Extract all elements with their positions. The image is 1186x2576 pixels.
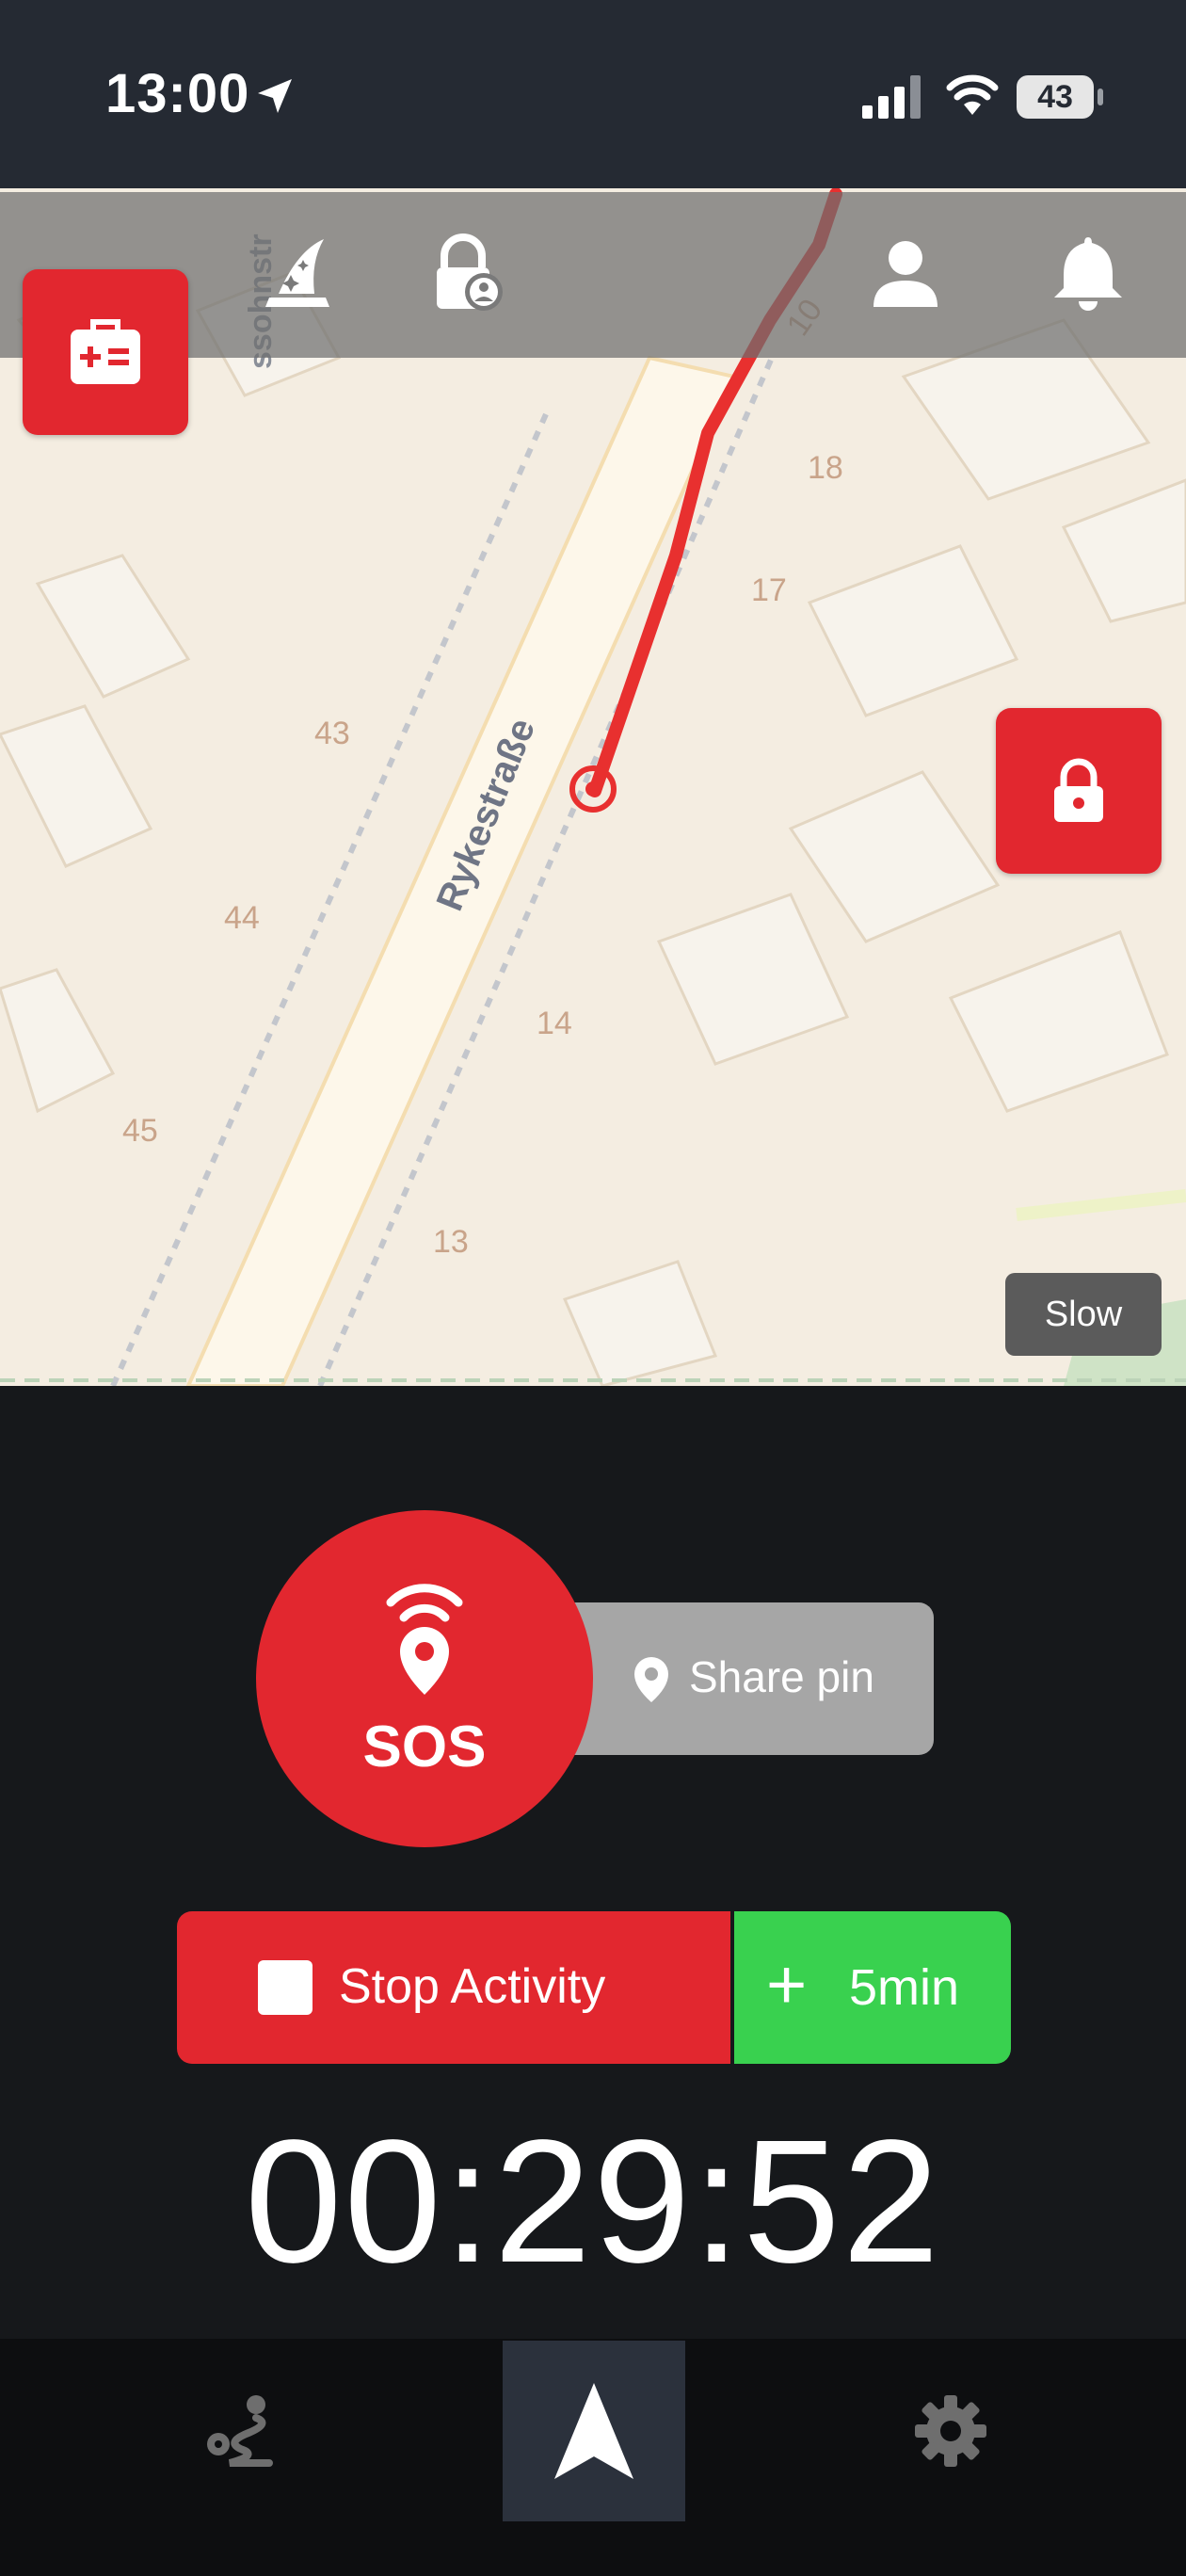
house-number: 44 xyxy=(224,900,260,936)
nav-navigate-tab[interactable] xyxy=(503,2341,685,2521)
share-pin-label: Share pin xyxy=(689,1652,874,1701)
location-arrow-icon xyxy=(258,79,292,113)
sos-label: SOS xyxy=(362,1715,487,1779)
cellular-signal-icon xyxy=(862,75,921,119)
battery-tip xyxy=(1098,89,1103,105)
map-pin-icon xyxy=(634,1657,668,1702)
nav-settings-tab[interactable] xyxy=(904,2341,998,2521)
wizard-hat-icon[interactable] xyxy=(256,232,339,314)
battery-icon: 43 xyxy=(1017,75,1094,119)
gear-icon xyxy=(915,2395,986,2467)
navigation-arrow-icon xyxy=(554,2383,633,2479)
stop-activity-label: Stop Activity xyxy=(339,1959,606,2014)
nav-routes-tab[interactable] xyxy=(184,2341,297,2521)
house-number: 18 xyxy=(808,450,843,486)
lock-icon xyxy=(1054,758,1103,822)
bell-icon[interactable] xyxy=(1047,232,1130,314)
share-pin-button[interactable]: Share pin xyxy=(555,1602,934,1755)
house-number: 14 xyxy=(537,1006,572,1041)
route-icon xyxy=(207,2395,273,2467)
first-aid-kit-icon xyxy=(71,319,140,384)
user-icon[interactable] xyxy=(864,232,947,314)
lock-user-icon[interactable] xyxy=(425,232,508,314)
sos-button[interactable]: SOS xyxy=(256,1510,593,1847)
plus-icon: + xyxy=(766,1945,808,2023)
speed-badge[interactable]: Slow xyxy=(1005,1273,1162,1356)
status-time: 13:00 xyxy=(105,63,250,124)
activity-timer: 00:29:52 xyxy=(244,2104,942,2299)
house-number: 17 xyxy=(751,572,787,608)
add-time-button[interactable]: + 5min xyxy=(734,1911,1011,2064)
add-time-label: 5min xyxy=(849,1959,960,2016)
house-number: 43 xyxy=(314,716,350,751)
first-aid-button[interactable] xyxy=(23,269,188,435)
stop-activity-button[interactable]: Stop Activity xyxy=(177,1911,730,2064)
wifi-icon xyxy=(946,74,999,115)
house-number: 45 xyxy=(122,1113,158,1149)
house-number: 13 xyxy=(433,1224,469,1260)
stop-square-icon xyxy=(258,1960,313,2015)
battery-level: 43 xyxy=(1037,79,1073,115)
lock-button[interactable] xyxy=(996,708,1162,874)
location-broadcast-icon xyxy=(386,1584,463,1695)
